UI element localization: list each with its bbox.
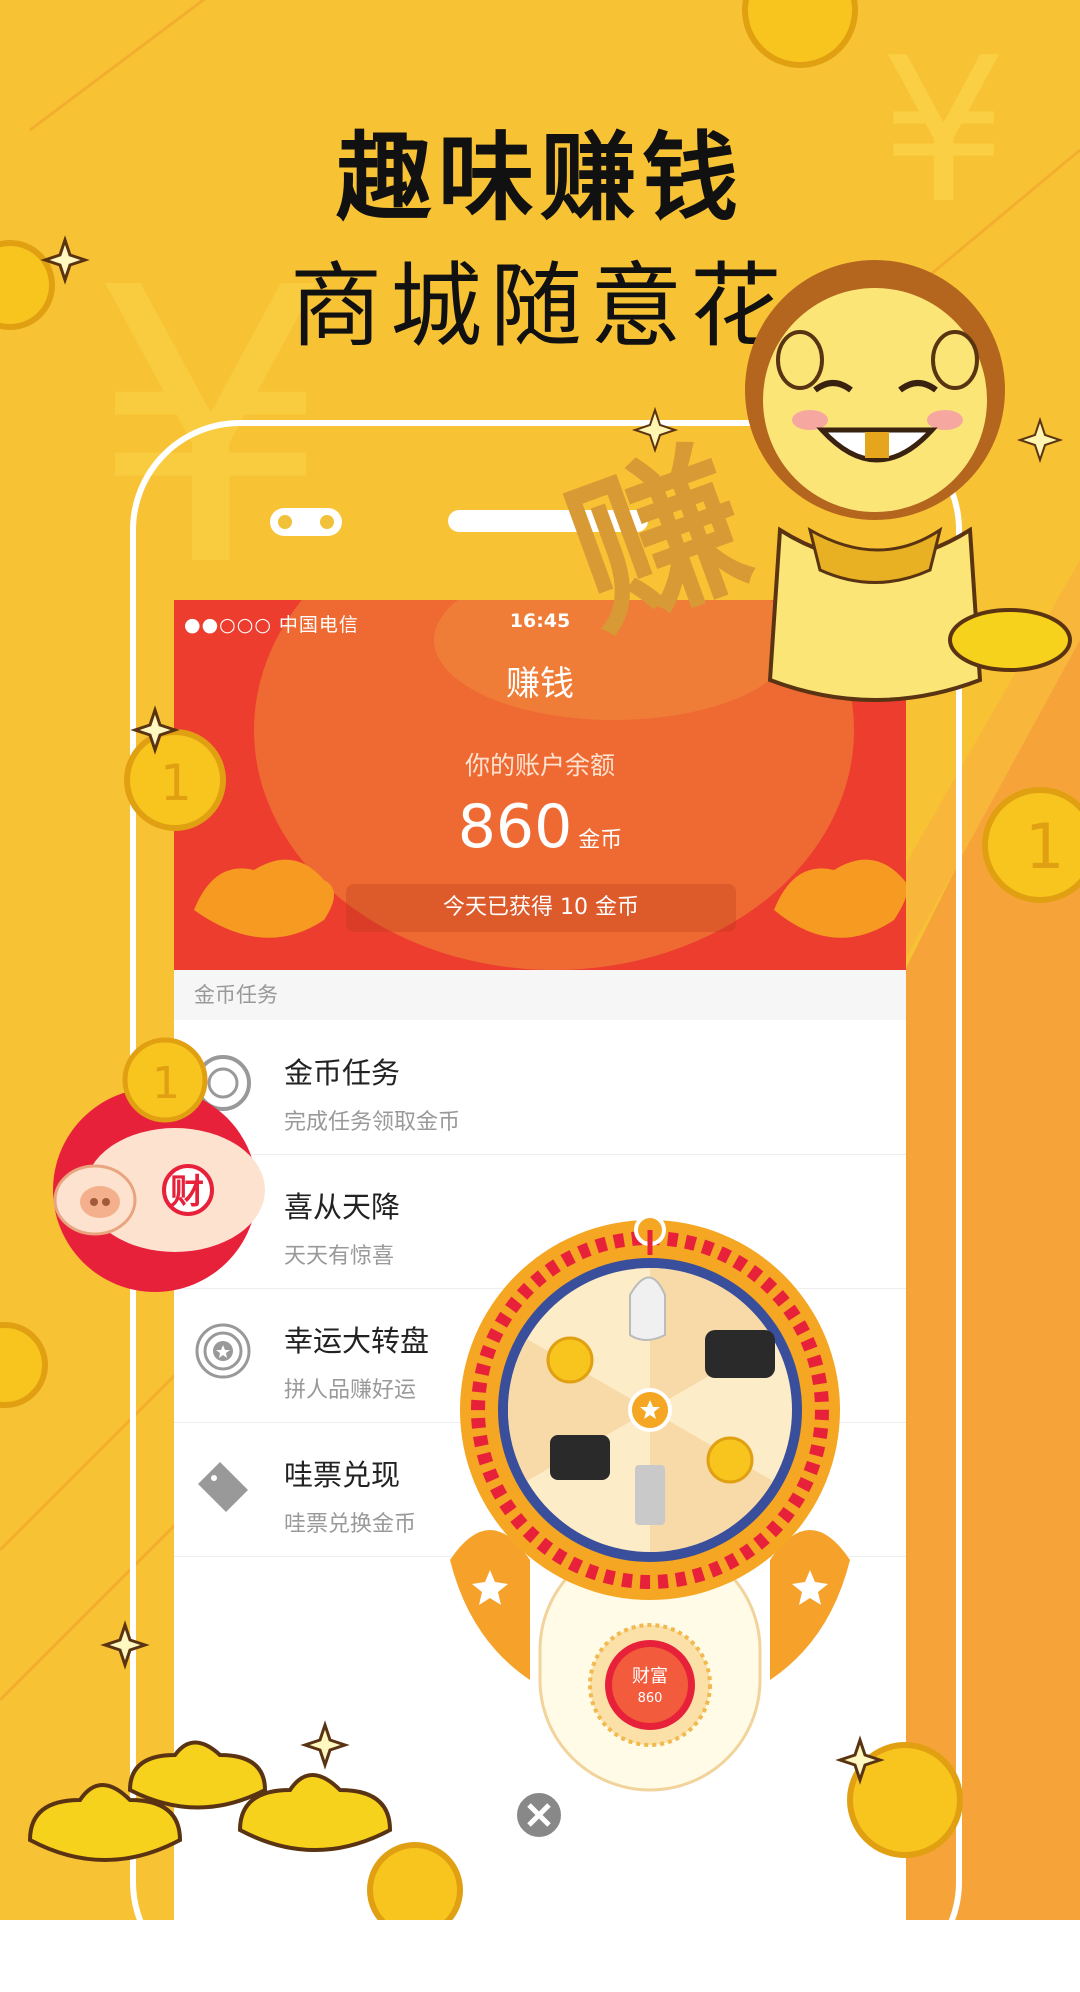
balance-unit: 金币: [578, 828, 623, 853]
camera-icon: [270, 508, 342, 536]
section-header: 金币任务: [174, 970, 906, 1020]
piggy-bank-icon: 1 财: [53, 1037, 265, 1292]
list-item-title: 喜从天降: [284, 1190, 401, 1224]
lucky-wheel-popup[interactable]: 财富 860: [450, 1210, 850, 1810]
list-item-subtitle: 拼人品赚好运: [284, 1378, 417, 1403]
balance-amount: 860 金币: [174, 792, 906, 862]
piggy-badge-label: 财: [170, 1172, 204, 1212]
lion-mascot: 赚: [560, 260, 1072, 702]
lucky-wheel-icon: [195, 1323, 251, 1379]
wheel-button-value: 860: [638, 1691, 663, 1706]
balance-number: 860: [457, 792, 573, 862]
list-item-subtitle: 完成任务领取金币: [284, 1110, 461, 1135]
list-item-title: 幸运大转盘: [284, 1324, 430, 1358]
list-item-subtitle: 天天有惊喜: [284, 1244, 395, 1269]
ticket-icon: [198, 1462, 248, 1512]
list-item-title: 金币任务: [284, 1056, 401, 1090]
today-earned-badge: 今天已获得 10 金币: [346, 884, 736, 932]
close-icon[interactable]: [512, 1788, 566, 1842]
list-item-subtitle: 哇票兑换金币: [284, 1512, 417, 1537]
promo-headline: 趣味赚钱: [336, 122, 744, 234]
wheel-button-label: 财富: [632, 1666, 668, 1687]
list-item-title: 哇票兑现: [284, 1458, 401, 1492]
balance-label: 你的账户余额: [464, 751, 615, 780]
svg-text:1: 1: [152, 1058, 180, 1109]
decorative-glyph: 赚: [560, 419, 772, 663]
